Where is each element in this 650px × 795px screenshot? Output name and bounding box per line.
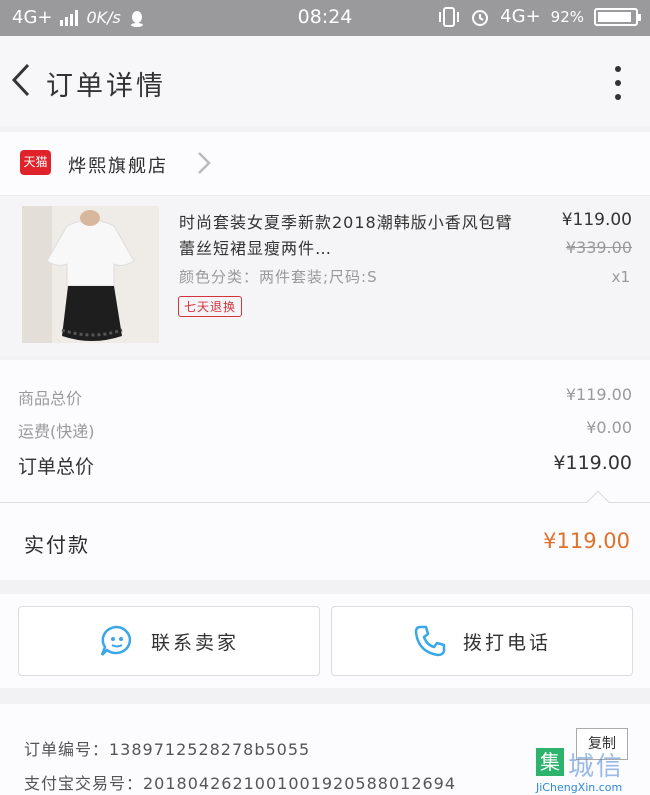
battery-percent: 92% — [550, 7, 584, 26]
paid-amount: ¥119.00 — [543, 529, 630, 553]
paid-label: 实付款 — [24, 533, 90, 557]
back-icon[interactable] — [6, 60, 36, 100]
alarm-icon — [472, 9, 489, 26]
watermark: 集 城信 JiChengXin.com — [534, 744, 650, 795]
chevron-right-icon — [198, 152, 211, 174]
goods-total-row: 商品总价 ¥119.00 — [18, 385, 632, 409]
product-price: ¥119.00 — [561, 210, 632, 230]
goods-total-label: 商品总价 — [18, 389, 83, 408]
product-item[interactable]: 时尚套装女夏季新款2018潮韩版小香风包臂蕾丝短裙显瘦两件… 颜色分类：两件套装… — [0, 196, 650, 356]
shipping-value: ¥0.00 — [586, 418, 632, 437]
action-bar: 联系卖家 拨打电话 — [0, 594, 650, 688]
paid-row: 实付款 ¥119.00 — [0, 503, 650, 580]
watermark-text: 城信 — [568, 752, 625, 782]
watermark-logo: 集 — [536, 748, 564, 776]
contact-seller-label: 联系卖家 — [150, 631, 239, 654]
call-phone-button[interactable]: 拨打电话 — [331, 606, 633, 676]
order-total-label: 订单总价 — [18, 456, 95, 478]
product-original-price: ¥339.00 — [565, 238, 632, 257]
nav-bar: 订单详情 — [0, 36, 650, 126]
more-vertical-icon[interactable] — [614, 66, 622, 100]
status-bar: 4G+ 0K/s 08:24 4G+ 92% — [0, 0, 650, 36]
return-policy-tag: 七天退换 — [178, 296, 243, 317]
alipay-number: 支付宝交易号：2018042621001001920588012694 — [24, 774, 457, 793]
product-spec: 颜色分类：两件套装;尺码:S — [179, 268, 378, 286]
page-title: 订单详情 — [46, 71, 166, 102]
product-title: 时尚套装女夏季新款2018潮韩版小香风包臂蕾丝短裙显瘦两件… — [179, 213, 513, 258]
price-summary: 商品总价 ¥119.00 运费(快递) ¥0.00 订单总价 ¥119.00 — [0, 360, 650, 514]
contact-seller-button[interactable]: 联系卖家 — [18, 606, 320, 676]
call-phone-label: 拨打电话 — [462, 631, 551, 654]
shipping-label: 运费(快递) — [18, 422, 95, 441]
chat-bubble-icon — [100, 625, 132, 656]
vibrate-icon — [439, 6, 460, 27]
order-total-row: 订单总价 ¥119.00 — [18, 452, 632, 479]
product-thumbnail[interactable] — [22, 206, 159, 343]
watermark-sub: JiChengXin.com — [536, 781, 623, 794]
battery-icon — [594, 7, 641, 26]
shop-row[interactable]: 天猫 烨熙旗舰店 — [0, 132, 650, 196]
tmall-badge: 天猫 — [20, 150, 51, 175]
phone-icon — [414, 625, 446, 657]
product-quantity: x1 — [611, 268, 630, 286]
shipping-row: 运费(快递) ¥0.00 — [18, 418, 632, 442]
order-number: 订单编号：1389712528278b5055 — [24, 740, 311, 759]
order-total-value: ¥119.00 — [553, 452, 632, 474]
order-info: 订单编号：1389712528278b5055 支付宝交易号：201804262… — [0, 704, 650, 795]
goods-total-value: ¥119.00 — [565, 385, 632, 404]
shop-name: 烨熙旗舰店 — [68, 156, 168, 177]
network-right-label: 4G+ — [500, 6, 541, 27]
